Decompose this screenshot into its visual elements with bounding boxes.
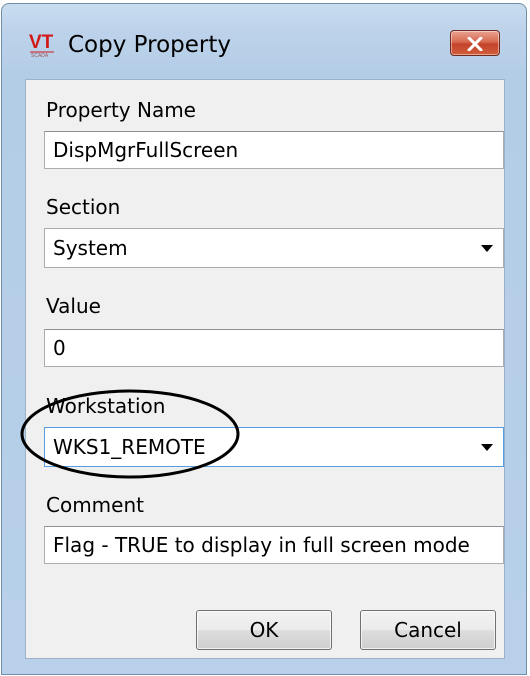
- copy-property-dialog: VT SCADA Copy Property Property Name Dis…: [1, 3, 527, 675]
- workstation-dropdown[interactable]: WKS1_REMOTE: [44, 427, 504, 467]
- close-icon: [467, 37, 483, 51]
- section-dropdown[interactable]: System: [44, 228, 504, 268]
- workstation-selected-value: WKS1_REMOTE: [53, 435, 206, 459]
- property-name-field[interactable]: DispMgrFullScreen: [44, 131, 504, 169]
- close-button[interactable]: [450, 30, 500, 56]
- chevron-down-icon[interactable]: [481, 245, 493, 252]
- section-selected-value: System: [53, 236, 128, 260]
- title-bar[interactable]: VT SCADA Copy Property: [2, 4, 526, 86]
- svg-text:SCADA: SCADA: [31, 53, 49, 58]
- svg-text:VT: VT: [29, 32, 54, 53]
- window-title: Copy Property: [68, 32, 231, 58]
- value-label: Value: [46, 294, 101, 318]
- cancel-button[interactable]: Cancel: [360, 610, 496, 650]
- workstation-label: Workstation: [46, 394, 166, 418]
- chevron-down-icon[interactable]: [481, 444, 493, 451]
- vt-app-icon: VT SCADA: [28, 30, 64, 59]
- comment-label: Comment: [46, 493, 144, 517]
- ok-button[interactable]: OK: [196, 610, 332, 650]
- comment-field[interactable]: Flag - TRUE to display in full screen mo…: [44, 526, 504, 564]
- property-name-label: Property Name: [46, 98, 196, 122]
- section-label: Section: [46, 195, 121, 219]
- dialog-body: Property Name DispMgrFullScreen Section …: [20, 79, 505, 659]
- value-field[interactable]: 0: [44, 329, 504, 367]
